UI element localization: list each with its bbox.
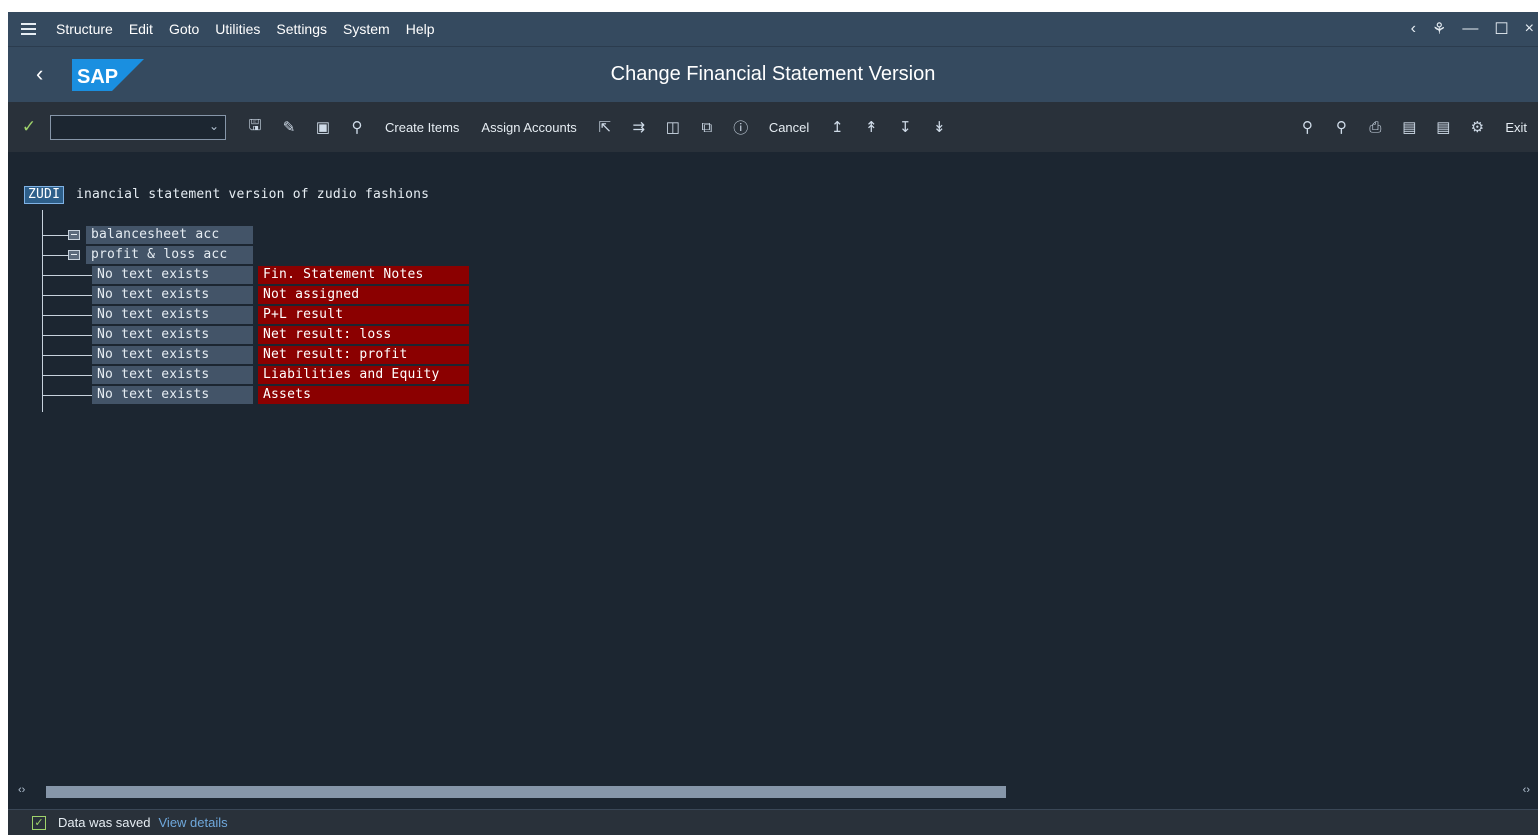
tree-connector [42, 275, 92, 276]
assign-accounts-button[interactable]: Assign Accounts [470, 120, 587, 135]
sap-window: Structure Edit Goto Utilities Settings S… [8, 12, 1538, 835]
root-node-code[interactable]: ZUDI [24, 186, 65, 204]
menu-goto[interactable]: Goto [161, 21, 207, 37]
menu-system[interactable]: System [335, 21, 398, 37]
customize-icon[interactable]: ⚘ [1432, 19, 1446, 39]
save-icon[interactable]: 🖫 [238, 114, 272, 140]
zoom-icon[interactable]: ⚲ [340, 114, 374, 140]
tree-connector [42, 335, 92, 336]
window-controls: ‹ ⚘ — ☐ × [1411, 12, 1538, 46]
tree-node-text[interactable]: No text exists [92, 306, 253, 324]
tree-area: ZUDI inancial statement version of zudio… [8, 152, 1538, 786]
command-field[interactable]: ⌄ [50, 114, 226, 140]
status-message: Data was saved [58, 815, 151, 830]
page-title: Change Financial Statement Version [610, 63, 936, 85]
create-items-button[interactable]: Create Items [374, 120, 470, 135]
menu-structure[interactable]: Structure [48, 21, 121, 37]
menu-help[interactable]: Help [398, 21, 443, 37]
status-bar: ✓ Data was saved View details [8, 809, 1538, 835]
enter-check-icon[interactable]: ✓ [8, 117, 50, 137]
tree-node-label[interactable]: Assets [258, 386, 469, 404]
title-bar: ‹ SAP Change Financial Statement Version [8, 46, 1538, 102]
tree-node-text[interactable]: No text exists [92, 346, 253, 364]
expand-icon[interactable]: ↥ [820, 114, 854, 140]
tree-node-label[interactable]: Liabilities and Equity [258, 366, 469, 384]
last-page-icon[interactable]: ▤ [1426, 114, 1460, 140]
tree-node-label[interactable]: Net result: profit [258, 346, 469, 364]
expand-subtree-icon[interactable]: ↧ [888, 114, 922, 140]
close-icon[interactable]: × [1525, 20, 1534, 38]
first-page-icon[interactable]: ▤ [1392, 114, 1426, 140]
tree-node-label[interactable]: Fin. Statement Notes [258, 266, 469, 284]
chevron-down-icon[interactable]: ⌄ [209, 119, 219, 133]
settings-icon[interactable]: ⚙ [1460, 114, 1494, 140]
tree-connector [42, 375, 92, 376]
print-icon[interactable]: ⎙ [1358, 114, 1392, 140]
move-icon[interactable]: ⇉ [622, 114, 656, 140]
folder-icon[interactable] [68, 250, 80, 260]
collapse-subtree-icon[interactable]: ↡ [922, 114, 956, 140]
tree-connector [42, 355, 92, 356]
horizontal-scrollbar[interactable]: ‹› ‹› [8, 784, 1538, 800]
menu-settings[interactable]: Settings [268, 21, 335, 37]
tree-connector [42, 295, 92, 296]
tree-node-text[interactable]: No text exists [92, 266, 253, 284]
edit-icon[interactable]: ✎ [272, 114, 306, 140]
hamburger-menu-icon[interactable] [8, 28, 48, 30]
collapse-icon[interactable]: ↟ [854, 114, 888, 140]
collapse-left-icon[interactable]: ‹ [1411, 20, 1416, 38]
find-next-icon[interactable]: ⚲ [1324, 114, 1358, 140]
tree-connector [42, 255, 68, 256]
delete-icon[interactable]: ◫ [656, 114, 690, 140]
copy-icon[interactable]: ⧉ [690, 114, 724, 140]
root-node-text[interactable]: inancial statement version of zudio fash… [76, 186, 429, 204]
toolbar-right: ⚲ ⚲ ⎙ ▤ ▤ ⚙ Exit [1290, 102, 1538, 152]
scroll-right-icon[interactable]: ‹› [1523, 784, 1530, 796]
menu-utilities[interactable]: Utilities [207, 21, 268, 37]
find-icon[interactable]: ⚲ [1290, 114, 1324, 140]
scroll-left-icon[interactable]: ‹› [18, 784, 25, 796]
cancel-button[interactable]: Cancel [758, 120, 820, 135]
tree-node-text[interactable]: No text exists [92, 326, 253, 344]
tree-node-balancesheet[interactable]: balancesheet acc [86, 226, 253, 244]
application-toolbar: ✓ ⌄ 🖫 ✎ ▣ ⚲ Create Items Assign Accounts… [8, 102, 1538, 152]
select-icon[interactable]: ⇱ [588, 114, 622, 140]
tree-node-text[interactable]: No text exists [92, 386, 253, 404]
minimize-icon[interactable]: — [1462, 20, 1478, 38]
tree-node-label[interactable]: Not assigned [258, 286, 469, 304]
tree-node-label[interactable]: P+L result [258, 306, 469, 324]
info-icon[interactable]: ⓘ [724, 114, 758, 140]
tree-connector [42, 315, 92, 316]
tree-node-profit-loss[interactable]: profit & loss acc [86, 246, 253, 264]
view-details-link[interactable]: View details [159, 815, 228, 830]
success-check-icon: ✓ [32, 815, 46, 830]
tree-node-text[interactable]: No text exists [92, 286, 253, 304]
menu-bar: Structure Edit Goto Utilities Settings S… [8, 12, 1538, 46]
tree-connector [42, 395, 92, 396]
exit-button[interactable]: Exit [1494, 120, 1538, 135]
tree-connector [42, 210, 43, 412]
scrollbar-thumb[interactable] [46, 786, 1006, 798]
check-icon[interactable]: ▣ [306, 114, 340, 140]
menu-edit[interactable]: Edit [121, 21, 161, 37]
maximize-icon[interactable]: ☐ [1494, 19, 1508, 39]
folder-icon[interactable] [68, 230, 80, 240]
tree-connector [42, 235, 68, 236]
tree-node-text[interactable]: No text exists [92, 366, 253, 384]
tree-node-label[interactable]: Net result: loss [258, 326, 469, 344]
